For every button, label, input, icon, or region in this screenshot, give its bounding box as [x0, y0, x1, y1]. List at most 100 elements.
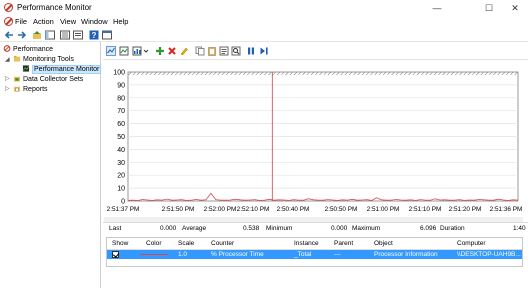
console-icon[interactable]: [102, 30, 112, 40]
statistics-bar: Last 0.000 Average 0.538 Minimum 0.000 M…: [103, 222, 528, 234]
tree-label-data-collector-sets: Data Collector Sets: [23, 76, 84, 83]
duration-value: 1:40: [513, 225, 526, 232]
reports-icon: [13, 86, 21, 92]
chevron-right-icon[interactable]: ▷: [5, 85, 10, 92]
folder-icon: [13, 55, 21, 62]
chart-toolbar: [103, 42, 528, 60]
plot-top-band: [128, 72, 518, 75]
x-tick-label: 2:51:10 PM: [409, 206, 442, 213]
chart-properties-icon[interactable]: [219, 46, 229, 56]
forward-icon[interactable]: [17, 30, 27, 40]
y-tick-label: 10: [117, 186, 125, 193]
row-counter: % Processor Time: [211, 251, 264, 258]
counter-legend-table: Show Color Scale Counter Instance Parent…: [106, 237, 523, 267]
main-toolbar: ?: [0, 28, 528, 42]
highlight-icon[interactable]: [179, 46, 189, 56]
col-parent[interactable]: Parent: [334, 240, 353, 247]
add-counter-icon[interactable]: [155, 46, 165, 56]
show-hide-tree-icon[interactable]: [45, 30, 55, 40]
table-row[interactable]: 1.0 % Processor Time _Total --- Processo…: [107, 250, 522, 259]
x-tick-label: 2:51:36 PM: [490, 206, 523, 213]
window-title: Performance Monitor: [17, 3, 92, 12]
menu-bar: File Action View Window Help: [0, 16, 528, 28]
perfmon-app-icon: [4, 3, 13, 12]
x-tick-label: 2:51:50 PM: [162, 206, 195, 213]
last-label: Last: [109, 225, 122, 232]
change-graph-type-icon[interactable]: [132, 46, 142, 56]
x-tick-label: 2:50:50 PM: [325, 206, 358, 213]
row-computer: \\DESKTOP-UAH9B...: [457, 251, 521, 258]
back-icon[interactable]: [4, 30, 14, 40]
col-object[interactable]: Object: [374, 240, 393, 247]
y-tick-label: 30: [117, 160, 125, 167]
col-scale[interactable]: Scale: [178, 240, 194, 247]
last-value: 0.000: [160, 225, 177, 232]
view-log-data-icon[interactable]: [119, 46, 129, 56]
average-label: Average: [182, 225, 207, 232]
up-folder-icon[interactable]: [32, 30, 42, 40]
col-instance[interactable]: Instance: [294, 240, 319, 247]
tree-item-data-collector-sets[interactable]: Data Collector Sets: [13, 75, 83, 84]
tree-label-monitoring-tools: Monitoring Tools: [23, 56, 74, 63]
show-checkbox[interactable]: [112, 251, 119, 258]
y-tick-label: 50: [117, 134, 125, 141]
series-color-swatch: [140, 254, 168, 255]
x-tick-label: 2:52:00 PM: [204, 206, 237, 213]
monitor-chart-icon: [22, 65, 30, 72]
tree-item-performance-monitor[interactable]: Performance Monitor: [22, 65, 102, 74]
col-color[interactable]: Color: [146, 240, 162, 247]
tree-item-reports[interactable]: Reports: [13, 85, 48, 94]
chevron-right-icon[interactable]: ▷: [5, 75, 10, 82]
zoom-icon[interactable]: [231, 46, 241, 56]
row-parent: ---: [334, 251, 341, 258]
chevron-down-icon[interactable]: ◢: [5, 56, 10, 63]
paste-counter-list-icon[interactable]: [207, 46, 217, 56]
svg-text:?: ?: [92, 31, 97, 40]
performance-icon: [3, 45, 11, 52]
maximum-value: 6.096: [420, 225, 437, 232]
x-tick-label: 2:52:10 PM: [237, 206, 270, 213]
export-list-icon[interactable]: [60, 30, 70, 40]
system-menu-icon[interactable]: [4, 17, 13, 26]
y-tick-label: 80: [117, 95, 125, 102]
y-tick-label: 20: [117, 173, 125, 180]
tree-item-performance[interactable]: Performance: [3, 45, 53, 54]
chevron-down-icon[interactable]: [143, 46, 149, 56]
y-tick-label: 100: [113, 70, 125, 77]
update-data-icon[interactable]: [259, 46, 269, 56]
table-header: Show Color Scale Counter Instance Parent…: [107, 238, 522, 250]
close-button[interactable]: ✕: [502, 0, 528, 16]
menu-view[interactable]: View: [60, 17, 76, 26]
duration-label: Duration: [440, 225, 465, 232]
y-tick-label: 70: [117, 108, 125, 115]
minimum-value: 0.000: [331, 225, 348, 232]
row-scale: 1.0: [178, 251, 188, 258]
minimize-button[interactable]: —: [424, 0, 450, 16]
x-tick-label: 2:51:37 PM: [107, 206, 140, 213]
col-counter[interactable]: Counter: [211, 240, 234, 247]
x-tick-label: 2:51:20 PM: [449, 206, 482, 213]
view-current-activity-icon[interactable]: [106, 46, 116, 56]
maximize-button[interactable]: ☐: [476, 0, 502, 16]
freeze-display-icon[interactable]: [246, 46, 256, 56]
delete-counter-icon[interactable]: [167, 46, 177, 56]
performance-graph[interactable]: 0 10 20 30 40 50 60 70 80 90 100 2:51:37 PM 2:51:50 …: [103, 62, 528, 218]
menu-file[interactable]: File: [15, 17, 27, 26]
menu-window[interactable]: Window: [81, 17, 108, 26]
menu-action[interactable]: Action: [33, 17, 54, 26]
y-tick-label: 60: [117, 121, 125, 128]
average-value: 0.538: [243, 225, 260, 232]
title-bar: Performance Monitor — ☐ ✕: [0, 0, 528, 16]
y-tick-label: 90: [117, 82, 125, 89]
properties-icon[interactable]: [73, 30, 83, 40]
minimum-label: Minimum: [266, 225, 293, 232]
help-icon[interactable]: ?: [89, 30, 99, 40]
x-tick-label: 2:51:00 PM: [367, 206, 400, 213]
tree-item-monitoring-tools[interactable]: Monitoring Tools: [13, 55, 74, 64]
col-computer[interactable]: Computer: [457, 240, 486, 247]
x-tick-label: 2:50:40 PM: [277, 206, 310, 213]
col-show[interactable]: Show: [112, 240, 128, 247]
menu-help[interactable]: Help: [113, 17, 128, 26]
copy-properties-icon[interactable]: [195, 46, 205, 56]
tree-label-performance-monitor: Performance Monitor: [32, 65, 102, 74]
